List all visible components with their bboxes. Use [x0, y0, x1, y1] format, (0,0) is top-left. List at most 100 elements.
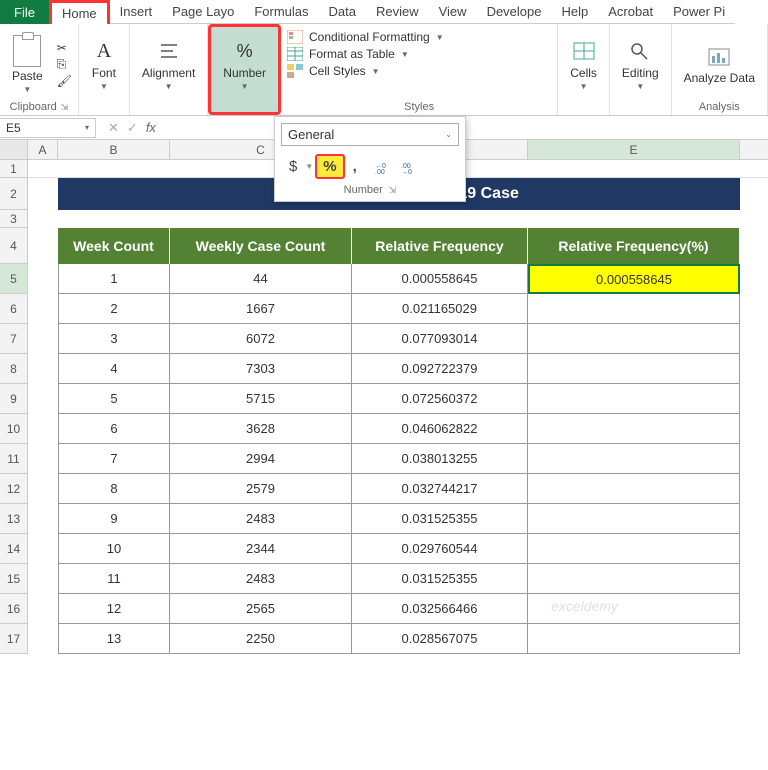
- cell-rel[interactable]: 0.031525355: [352, 504, 528, 534]
- tab-review[interactable]: Review: [366, 0, 429, 24]
- tab-page-layout[interactable]: Page Layo: [162, 0, 244, 24]
- cell-case[interactable]: 2565: [170, 594, 352, 624]
- cell-rel[interactable]: 0.092722379: [352, 354, 528, 384]
- row-header[interactable]: 14: [0, 534, 28, 564]
- row-header[interactable]: 5: [0, 264, 28, 294]
- format-as-table-button[interactable]: Format as Table▼: [287, 47, 409, 61]
- tab-acrobat[interactable]: Acrobat: [598, 0, 663, 24]
- row-header[interactable]: 11: [0, 444, 28, 474]
- format-painter-icon[interactable]: 🖌: [57, 74, 72, 88]
- tab-home[interactable]: Home: [49, 0, 110, 24]
- cell-week[interactable]: 7: [58, 444, 170, 474]
- col-header-a[interactable]: A: [28, 140, 58, 159]
- cell-week[interactable]: 13: [58, 624, 170, 654]
- fx-icon[interactable]: fx: [146, 120, 156, 135]
- comma-style-button[interactable]: ,: [347, 154, 363, 179]
- cells-button[interactable]: Cells ▼: [564, 36, 603, 93]
- tab-power-pivot[interactable]: Power Pi: [663, 0, 735, 24]
- cell-relp[interactable]: [528, 324, 740, 354]
- cell-relp[interactable]: 0.000558645: [528, 264, 740, 294]
- dialog-launcher-icon[interactable]: ⇲: [389, 185, 397, 196]
- cell-rel[interactable]: 0.000558645: [352, 264, 528, 294]
- cell-case[interactable]: 2483: [170, 564, 352, 594]
- col-header-e[interactable]: E: [528, 140, 740, 159]
- cell-week[interactable]: 10: [58, 534, 170, 564]
- analyze-data-button[interactable]: Analyze Data: [678, 42, 761, 87]
- cell-relp[interactable]: [528, 534, 740, 564]
- currency-button[interactable]: $: [283, 154, 303, 179]
- row-header[interactable]: 17: [0, 624, 28, 654]
- cell-rel[interactable]: 0.028567075: [352, 624, 528, 654]
- cell-week[interactable]: 3: [58, 324, 170, 354]
- table-header-case[interactable]: Weekly Case Count: [170, 228, 352, 264]
- row-header[interactable]: 16: [0, 594, 28, 624]
- cell-week[interactable]: 5: [58, 384, 170, 414]
- percent-style-button[interactable]: %: [315, 154, 344, 179]
- select-all-corner[interactable]: [0, 140, 28, 159]
- cell-case[interactable]: 6072: [170, 324, 352, 354]
- cell-week[interactable]: 9: [58, 504, 170, 534]
- cell-rel[interactable]: 0.021165029: [352, 294, 528, 324]
- cell-relp[interactable]: [528, 384, 740, 414]
- tab-developer[interactable]: Develope: [477, 0, 552, 24]
- table-header-relp[interactable]: Relative Frequency(%): [528, 228, 740, 264]
- cell-rel[interactable]: 0.031525355: [352, 564, 528, 594]
- cell-rel[interactable]: 0.029760544: [352, 534, 528, 564]
- cell-week[interactable]: 2: [58, 294, 170, 324]
- cell-relp[interactable]: [528, 564, 740, 594]
- tab-file[interactable]: File: [0, 0, 49, 24]
- tab-data[interactable]: Data: [319, 0, 366, 24]
- cell-case[interactable]: 1667: [170, 294, 352, 324]
- row-header[interactable]: 4: [0, 228, 28, 264]
- tab-formulas[interactable]: Formulas: [244, 0, 318, 24]
- formula-input[interactable]: [168, 126, 768, 130]
- cell-rel[interactable]: 0.072560372: [352, 384, 528, 414]
- cell-week[interactable]: 4: [58, 354, 170, 384]
- cells-area[interactable]: Weekly Count of Covid-19 Case Week Count…: [28, 160, 768, 654]
- number-format-select[interactable]: General ⌄: [281, 123, 459, 146]
- cell-case[interactable]: 7303: [170, 354, 352, 384]
- editing-button[interactable]: Editing ▼: [616, 36, 665, 93]
- row-header[interactable]: 9: [0, 384, 28, 414]
- cell-case[interactable]: 5715: [170, 384, 352, 414]
- cell-case[interactable]: 2344: [170, 534, 352, 564]
- cell-case[interactable]: 3628: [170, 414, 352, 444]
- row-header[interactable]: 1: [0, 160, 28, 178]
- cell-relp[interactable]: [528, 504, 740, 534]
- cell-relp[interactable]: [528, 594, 740, 624]
- paste-button[interactable]: Paste ▼: [6, 33, 49, 96]
- cell-rel[interactable]: 0.032744217: [352, 474, 528, 504]
- cell-week[interactable]: 11: [58, 564, 170, 594]
- row-header[interactable]: 7: [0, 324, 28, 354]
- row-header[interactable]: 8: [0, 354, 28, 384]
- cell-relp[interactable]: [528, 294, 740, 324]
- row-header[interactable]: 10: [0, 414, 28, 444]
- number-button[interactable]: % Number ▼: [217, 36, 272, 93]
- col-header-b[interactable]: B: [58, 140, 170, 159]
- cell-case[interactable]: 2483: [170, 504, 352, 534]
- enter-icon[interactable]: ✓: [127, 120, 138, 136]
- cell-case[interactable]: 44: [170, 264, 352, 294]
- table-header-week[interactable]: Week Count: [58, 228, 170, 264]
- row-header[interactable]: 12: [0, 474, 28, 504]
- cell-styles-button[interactable]: Cell Styles▼: [287, 64, 380, 78]
- cell-relp[interactable]: [528, 474, 740, 504]
- row-header[interactable]: 13: [0, 504, 28, 534]
- cell-relp[interactable]: [528, 444, 740, 474]
- row-header[interactable]: 15: [0, 564, 28, 594]
- dialog-launcher-icon[interactable]: ⇲: [61, 102, 69, 113]
- cell-week[interactable]: 8: [58, 474, 170, 504]
- row-header[interactable]: 2: [0, 178, 28, 210]
- row-header[interactable]: 3: [0, 210, 28, 228]
- cell-relp[interactable]: [528, 354, 740, 384]
- alignment-button[interactable]: Alignment ▼: [136, 36, 201, 93]
- font-button[interactable]: A Font ▼: [85, 36, 123, 93]
- cell-rel[interactable]: 0.046062822: [352, 414, 528, 444]
- tab-view[interactable]: View: [429, 0, 477, 24]
- table-header-rel[interactable]: Relative Frequency: [352, 228, 528, 264]
- cut-icon[interactable]: ✂: [57, 41, 72, 55]
- row-header[interactable]: 6: [0, 294, 28, 324]
- cell-relp[interactable]: [528, 624, 740, 654]
- cell-week[interactable]: 12: [58, 594, 170, 624]
- cell-rel[interactable]: 0.077093014: [352, 324, 528, 354]
